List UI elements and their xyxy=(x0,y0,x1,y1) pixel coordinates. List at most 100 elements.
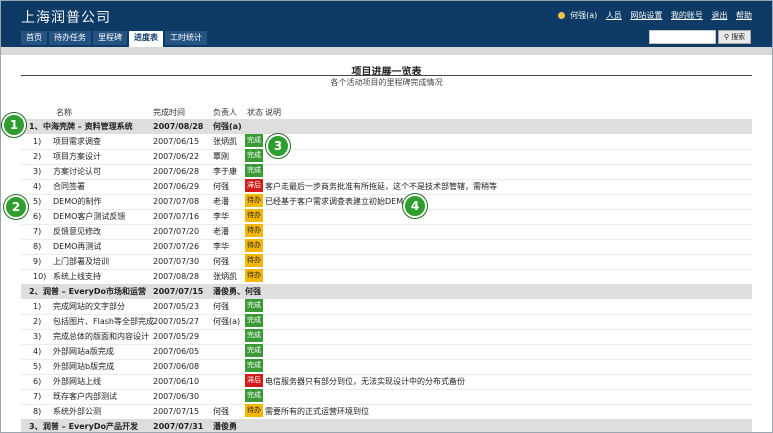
status-badge: 完成 xyxy=(245,314,263,327)
milestone-owner: 覃刚 xyxy=(213,152,229,161)
milestone-date: 2007/06/29 xyxy=(153,182,200,191)
milestone-name: DEMO再测试 xyxy=(53,242,102,251)
milestone-row: 6) 外部网站上线 2007/06/10 电信服务器只有部分到位，无法实现设计中的分布… xyxy=(21,374,752,390)
milestone-name: 反馈意见修改 xyxy=(53,227,101,236)
status-badge: 待办 xyxy=(245,254,263,267)
milestone-name: DEMO的制作 xyxy=(53,197,102,206)
search-input[interactable] xyxy=(649,30,716,44)
row-number: 2) xyxy=(33,152,42,161)
callout-1: 1 xyxy=(2,113,26,137)
milestone-row: 5) DEMO的制作 2007/07/08 老潘 已经基于客户需求调查表建立初始DEMO… xyxy=(21,194,752,210)
milestone-owner: 何强 xyxy=(213,257,229,266)
callout-2: 2 xyxy=(4,195,28,219)
milestone-name: 外部网站上线 xyxy=(53,377,101,386)
tab-home[interactable]: 首页 xyxy=(21,31,47,45)
row-number: 8) xyxy=(33,242,42,251)
milestone-owner: 何强 xyxy=(213,302,229,311)
status-badge: 待办 xyxy=(245,209,263,222)
project-date: 2007/07/31 xyxy=(153,422,204,431)
milestone-row: 2) 项目方案设计 2007/06/22 覃刚 完成 xyxy=(21,149,752,165)
milestone-date: 2007/05/29 xyxy=(153,332,200,341)
row-number: 3) xyxy=(33,332,42,341)
milestone-date: 2007/06/28 xyxy=(153,167,200,176)
search-icon: ⚲ xyxy=(723,33,729,41)
milestone-row: 5) 外部网站b版完成 2007/06/08 完成 xyxy=(21,359,752,375)
row-number: 5) xyxy=(33,197,42,206)
milestone-row: 10) 系统上线支持 2007/08/28 张炳凯 待办 xyxy=(21,269,752,285)
milestone-row: 1) 项目需求调查 2007/06/15 张炳凯 完成 xyxy=(21,134,752,150)
current-user: 何强(a) xyxy=(570,11,598,20)
project-group-row: 3、 润普 – EveryDo产品开发 2007/07/31 潘俊勇 xyxy=(21,419,752,432)
status-badge: 滞后 xyxy=(245,179,263,192)
milestone-name: 项目需求调查 xyxy=(53,137,101,146)
milestone-row: 8) 系统外部公测 2007/07/15 何强 需要所有的正式运营环境到位 待办 xyxy=(21,404,752,420)
project-date: 2007/08/28 xyxy=(153,122,204,131)
milestone-row: 4) 合同签署 2007/06/29 何强 客户走最后一步商务批准有所拖延，这个不是技术… xyxy=(21,179,752,195)
search-button[interactable]: ⚲ 搜索 xyxy=(718,30,751,44)
col-note-header: 说明 xyxy=(265,108,281,117)
report-panel: 项目进展一览表 各个活动项目的里程碑完成情况 名称 完成时间 负责人 状态 说明… xyxy=(21,55,752,432)
milestone-owner: 张炳凯 xyxy=(213,137,237,146)
milestone-name: 外部网站b版完成 xyxy=(53,362,115,371)
main-tabs: 首页 待办任务 里程碑 进度表 工时统计 xyxy=(21,31,209,47)
report-subtitle: 各个活动项目的里程碑完成情况 xyxy=(330,78,443,87)
project-name: 中海壳牌 – 资料管理系统 xyxy=(43,122,133,131)
row-number: 9) xyxy=(33,257,42,266)
status-badge: 完成 xyxy=(245,359,263,372)
help-link[interactable]: 帮助 xyxy=(736,11,752,20)
milestone-note: 电信服务器只有部分到位，无法实现设计中的分布式备份 xyxy=(265,377,465,386)
milestone-date: 2007/06/05 xyxy=(153,347,200,356)
row-number: 2、 xyxy=(29,287,43,296)
app-window: 上海润普公司 何强(a) 人员 网站设置 我的账号 退出 帮助 首页 待办任务 里程… xyxy=(0,0,773,433)
header-bar: 上海润普公司 何强(a) 人员 网站设置 我的账号 退出 帮助 首页 待办任务 里程… xyxy=(1,1,772,47)
row-number: 3、 xyxy=(29,422,43,431)
row-number: 5) xyxy=(33,362,42,371)
callout-4: 4 xyxy=(403,194,427,218)
tab-milestones[interactable]: 里程碑 xyxy=(93,31,127,45)
row-number: 4) xyxy=(33,182,42,191)
status-badge: 完成 xyxy=(245,149,263,162)
top-links: 何强(a) 人员 网站设置 我的账号 退出 帮助 xyxy=(557,10,752,21)
row-number: 6) xyxy=(33,377,42,386)
milestone-owner: 李于康 xyxy=(213,167,237,176)
search-button-label: 搜索 xyxy=(731,33,746,41)
status-badge: 完成 xyxy=(245,329,263,342)
milestone-date: 2007/07/30 xyxy=(153,257,200,266)
tab-progress[interactable]: 进度表 xyxy=(129,31,163,47)
milestone-date: 2007/07/26 xyxy=(153,242,200,251)
status-badge: 待办 xyxy=(245,239,263,252)
project-group-row: 1、 中海壳牌 – 资料管理系统 2007/08/28 何强(a) xyxy=(21,119,752,134)
tab-todo[interactable]: 待办任务 xyxy=(49,31,91,45)
callout-3: 3 xyxy=(266,134,290,158)
milestone-date: 2007/08/28 xyxy=(153,272,200,281)
account-link[interactable]: 我的账号 xyxy=(671,11,703,20)
milestone-owner: 李华 xyxy=(213,242,229,251)
project-name: 润普 – EveryDo产品开发 xyxy=(43,422,138,431)
tab-timesheet[interactable]: 工时统计 xyxy=(165,31,207,45)
milestone-row: 3) 方案讨论认可 2007/06/28 李于康 完成 xyxy=(21,164,752,180)
milestone-row: 9) 上门部署及培训 2007/07/30 何强 待办 xyxy=(21,254,752,270)
milestone-name: 完成网站的文字部分 xyxy=(53,302,125,311)
milestone-name: 系统上线支持 xyxy=(53,272,101,281)
milestone-row: 3) 完成总体的版面和内容设计 2007/05/29 完成 xyxy=(21,329,752,345)
milestone-date: 2007/06/30 xyxy=(153,392,200,401)
status-badge: 滞后 xyxy=(245,374,263,387)
project-group-row: 2、 润普 – EveryDo市场和运营 2007/07/15 潘俊勇、何强 xyxy=(21,284,752,299)
row-number: 7) xyxy=(33,227,42,236)
milestone-date: 2007/06/08 xyxy=(153,362,200,371)
milestone-date: 2007/05/27 xyxy=(153,317,200,326)
milestone-name: 包括图片、Flash等全部完成 xyxy=(53,317,154,326)
logout-link[interactable]: 退出 xyxy=(711,11,727,20)
people-link[interactable]: 人员 xyxy=(606,11,622,20)
settings-link[interactable]: 网站设置 xyxy=(630,11,662,20)
status-badge: 完成 xyxy=(245,134,263,147)
col-status-header: 状态 xyxy=(247,108,263,117)
milestone-date: 2007/06/15 xyxy=(153,137,200,146)
milestone-date: 2007/05/23 xyxy=(153,302,200,311)
col-owner-header: 负责人 xyxy=(213,108,237,117)
row-number: 3) xyxy=(33,167,42,176)
row-number: 10) xyxy=(33,272,47,281)
milestone-row: 6) DEMO客户测试反馈 2007/07/16 李华 待办 xyxy=(21,209,752,225)
row-number: 1、 xyxy=(29,122,43,131)
status-badge: 待办 xyxy=(245,194,263,207)
